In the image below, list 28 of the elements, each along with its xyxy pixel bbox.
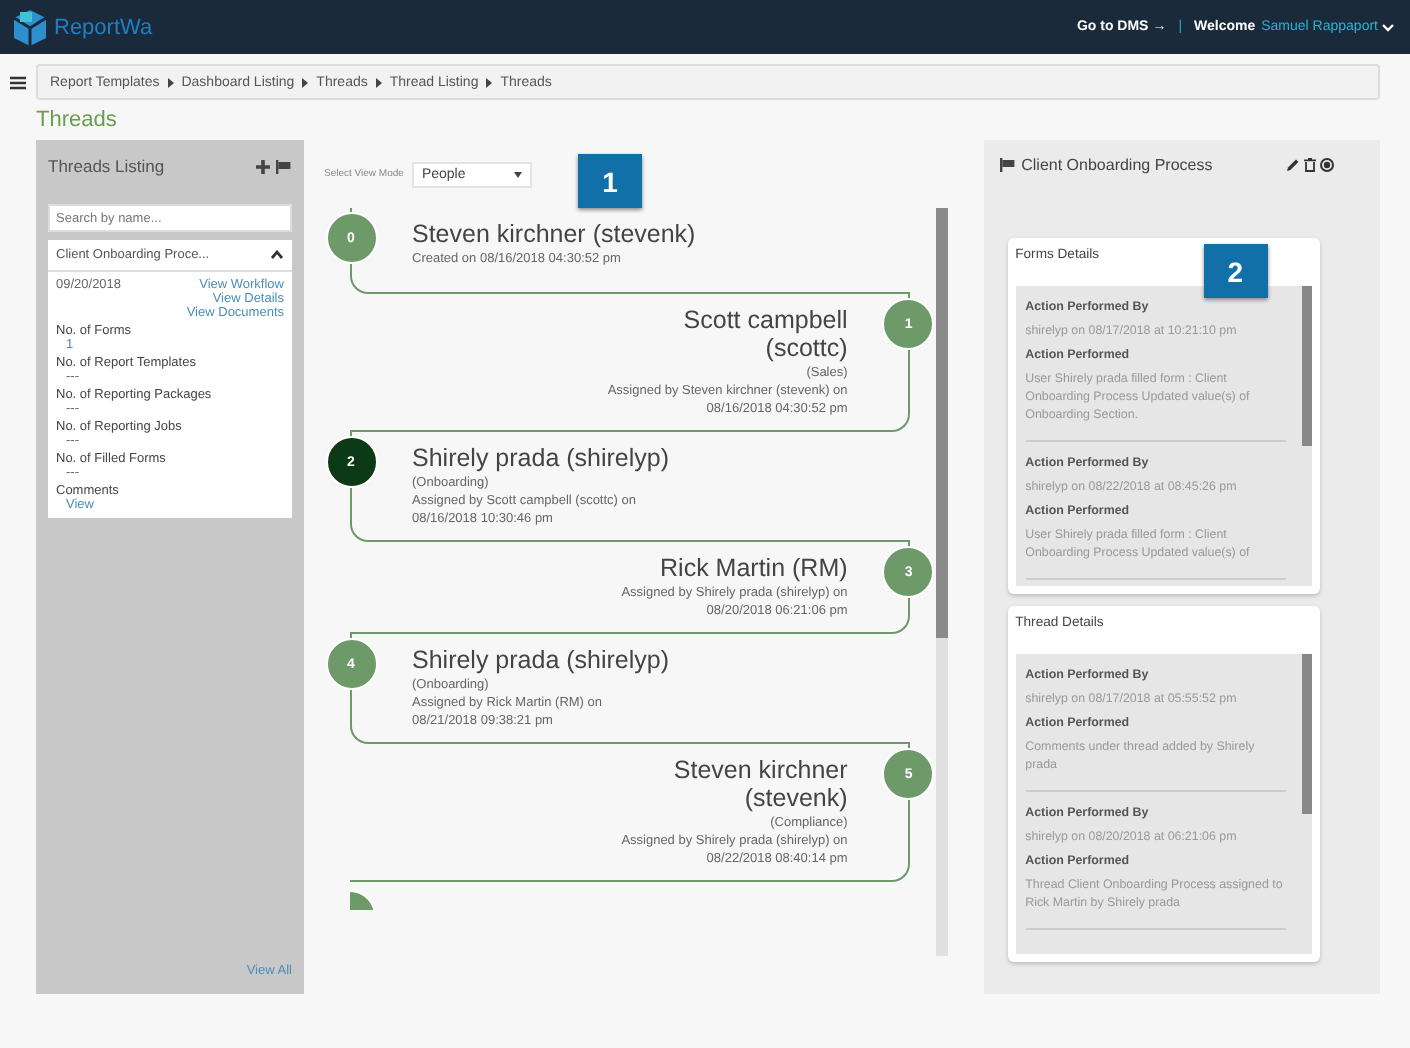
logo-text: ReportWa [54, 15, 153, 39]
person-name: Scott campbell (scottc) [681, 306, 848, 362]
details-title: Client Onboarding Process [1021, 156, 1213, 174]
callout-badge: 2 [1203, 244, 1268, 298]
person-name: Steven kirchner (stevenk) [412, 220, 698, 248]
caret-down-icon [513, 171, 522, 177]
sidebar-title: Threads Listing [48, 156, 165, 176]
callout-badge: 1 [578, 154, 642, 208]
caret-up-icon[interactable] [270, 250, 284, 260]
person-name: Shirely prada (shirelyp) [412, 646, 672, 674]
caret-icon [486, 77, 493, 87]
person-name: Shirely prada (shirelyp) [412, 444, 672, 472]
pencil-icon[interactable] [1285, 158, 1300, 172]
page-title: Threads [34, 106, 119, 136]
caret-icon [302, 77, 309, 87]
trash-icon[interactable] [1303, 158, 1316, 172]
caret-icon [375, 77, 382, 87]
close-icon[interactable] [1319, 158, 1334, 172]
flag-icon[interactable] [276, 159, 292, 173]
person-name: Steven kirchner (stevenk) [671, 756, 848, 812]
caret-icon [167, 77, 174, 87]
menu-icon[interactable] [10, 75, 26, 89]
person-name: Rick Martin (RM) [658, 554, 848, 582]
plus-icon[interactable] [256, 159, 270, 173]
cube-logo-icon [12, 7, 48, 47]
caret-down-icon [1382, 23, 1394, 31]
scrollbar[interactable] [935, 208, 948, 956]
flag-icon[interactable] [999, 158, 1016, 172]
